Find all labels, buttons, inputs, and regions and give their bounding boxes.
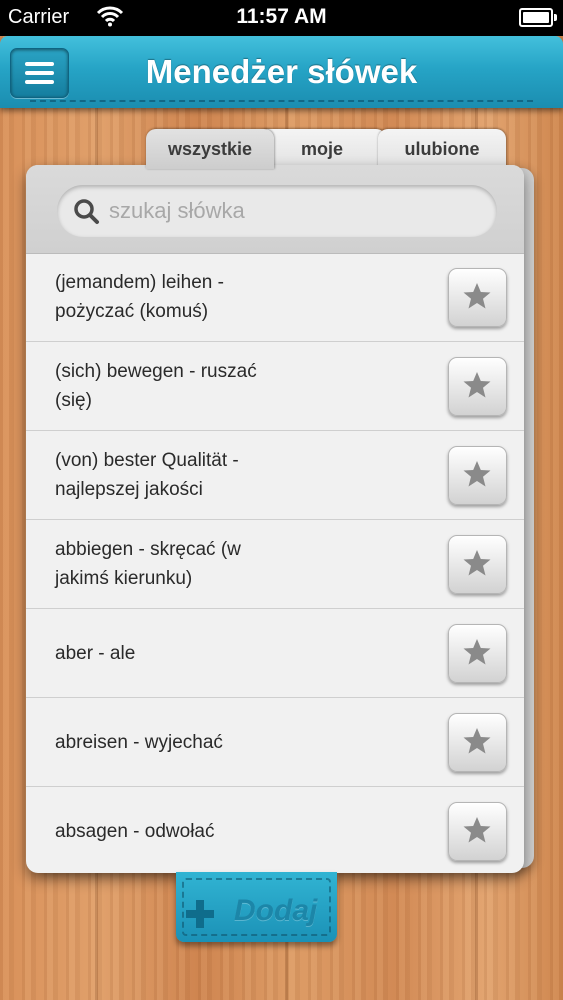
favorite-button[interactable]	[448, 713, 507, 772]
page-title: Menedżer słówek	[145, 53, 418, 90]
word-entry-line: abbiegen - skręcać (w	[55, 539, 241, 560]
star-icon	[463, 461, 491, 487]
search-input[interactable]: szukaj słówka	[57, 185, 497, 237]
list-item[interactable]: (von) bester Qualität - najlepszej jakoś…	[26, 431, 524, 520]
word-entry-line: jakimś kierunku)	[55, 568, 193, 589]
add-button-label: Dodaj	[234, 894, 318, 927]
list-item[interactable]: aber - ale	[26, 609, 524, 698]
word-entry-line: (jemandem) leihen -	[55, 272, 224, 293]
status-time: 11:57 AM	[236, 5, 327, 28]
star-icon	[463, 728, 491, 754]
word-entry-line: (się)	[55, 390, 92, 411]
list-item[interactable]: (jemandem) leihen - pożyczać (komuś)	[26, 253, 524, 342]
word-list: (jemandem) leihen - pożyczać (komuś) (si…	[26, 253, 524, 873]
word-entry-line: absagen - odwołać	[55, 820, 215, 842]
word-list-card: szukaj słówka (jemandem) leihen - pożycz…	[26, 165, 524, 873]
plus-icon	[186, 900, 214, 928]
list-item[interactable]: absagen - odwołać	[26, 787, 524, 873]
word-entry-line: pożyczać (komuś)	[55, 301, 209, 322]
star-icon	[463, 639, 491, 665]
battery-icon	[519, 8, 557, 27]
star-icon	[463, 283, 491, 309]
favorite-button[interactable]	[448, 802, 507, 861]
list-item[interactable]: abreisen - wyjechać	[26, 698, 524, 787]
tab-moje[interactable]: moje	[258, 129, 386, 169]
search-area: szukaj słówka	[26, 165, 524, 254]
star-icon	[463, 372, 491, 398]
list-item[interactable]: abbiegen - skręcać (w jakimś kierunku)	[26, 520, 524, 609]
stitch-divider	[30, 100, 533, 102]
favorite-button[interactable]	[448, 624, 507, 683]
word-entry-line: abreisen - wyjechać	[55, 731, 223, 753]
navigation-bar: Menedżer słówek	[0, 36, 563, 108]
status-bar: Carrier 11:57 AM	[0, 0, 563, 36]
tab-ulubione[interactable]: ulubione	[378, 129, 506, 169]
add-word-button[interactable]: Dodaj	[176, 872, 337, 942]
favorite-button[interactable]	[448, 446, 507, 505]
list-item[interactable]: (sich) bewegen - ruszać (się)	[26, 342, 524, 431]
word-entry-line: (sich) bewegen - ruszać	[55, 361, 257, 382]
word-entry-line: najlepszej jakości	[55, 479, 203, 500]
favorite-button[interactable]	[448, 268, 507, 327]
favorite-button[interactable]	[448, 535, 507, 594]
search-placeholder: szukaj słówka	[109, 198, 245, 223]
word-entry-line: aber - ale	[55, 642, 136, 664]
star-icon	[463, 550, 491, 576]
favorite-button[interactable]	[448, 357, 507, 416]
tab-wszystkie[interactable]: wszystkie	[146, 129, 274, 169]
search-icon	[74, 199, 99, 224]
word-entry-line: (von) bester Qualität -	[55, 450, 239, 471]
star-icon	[463, 817, 491, 843]
